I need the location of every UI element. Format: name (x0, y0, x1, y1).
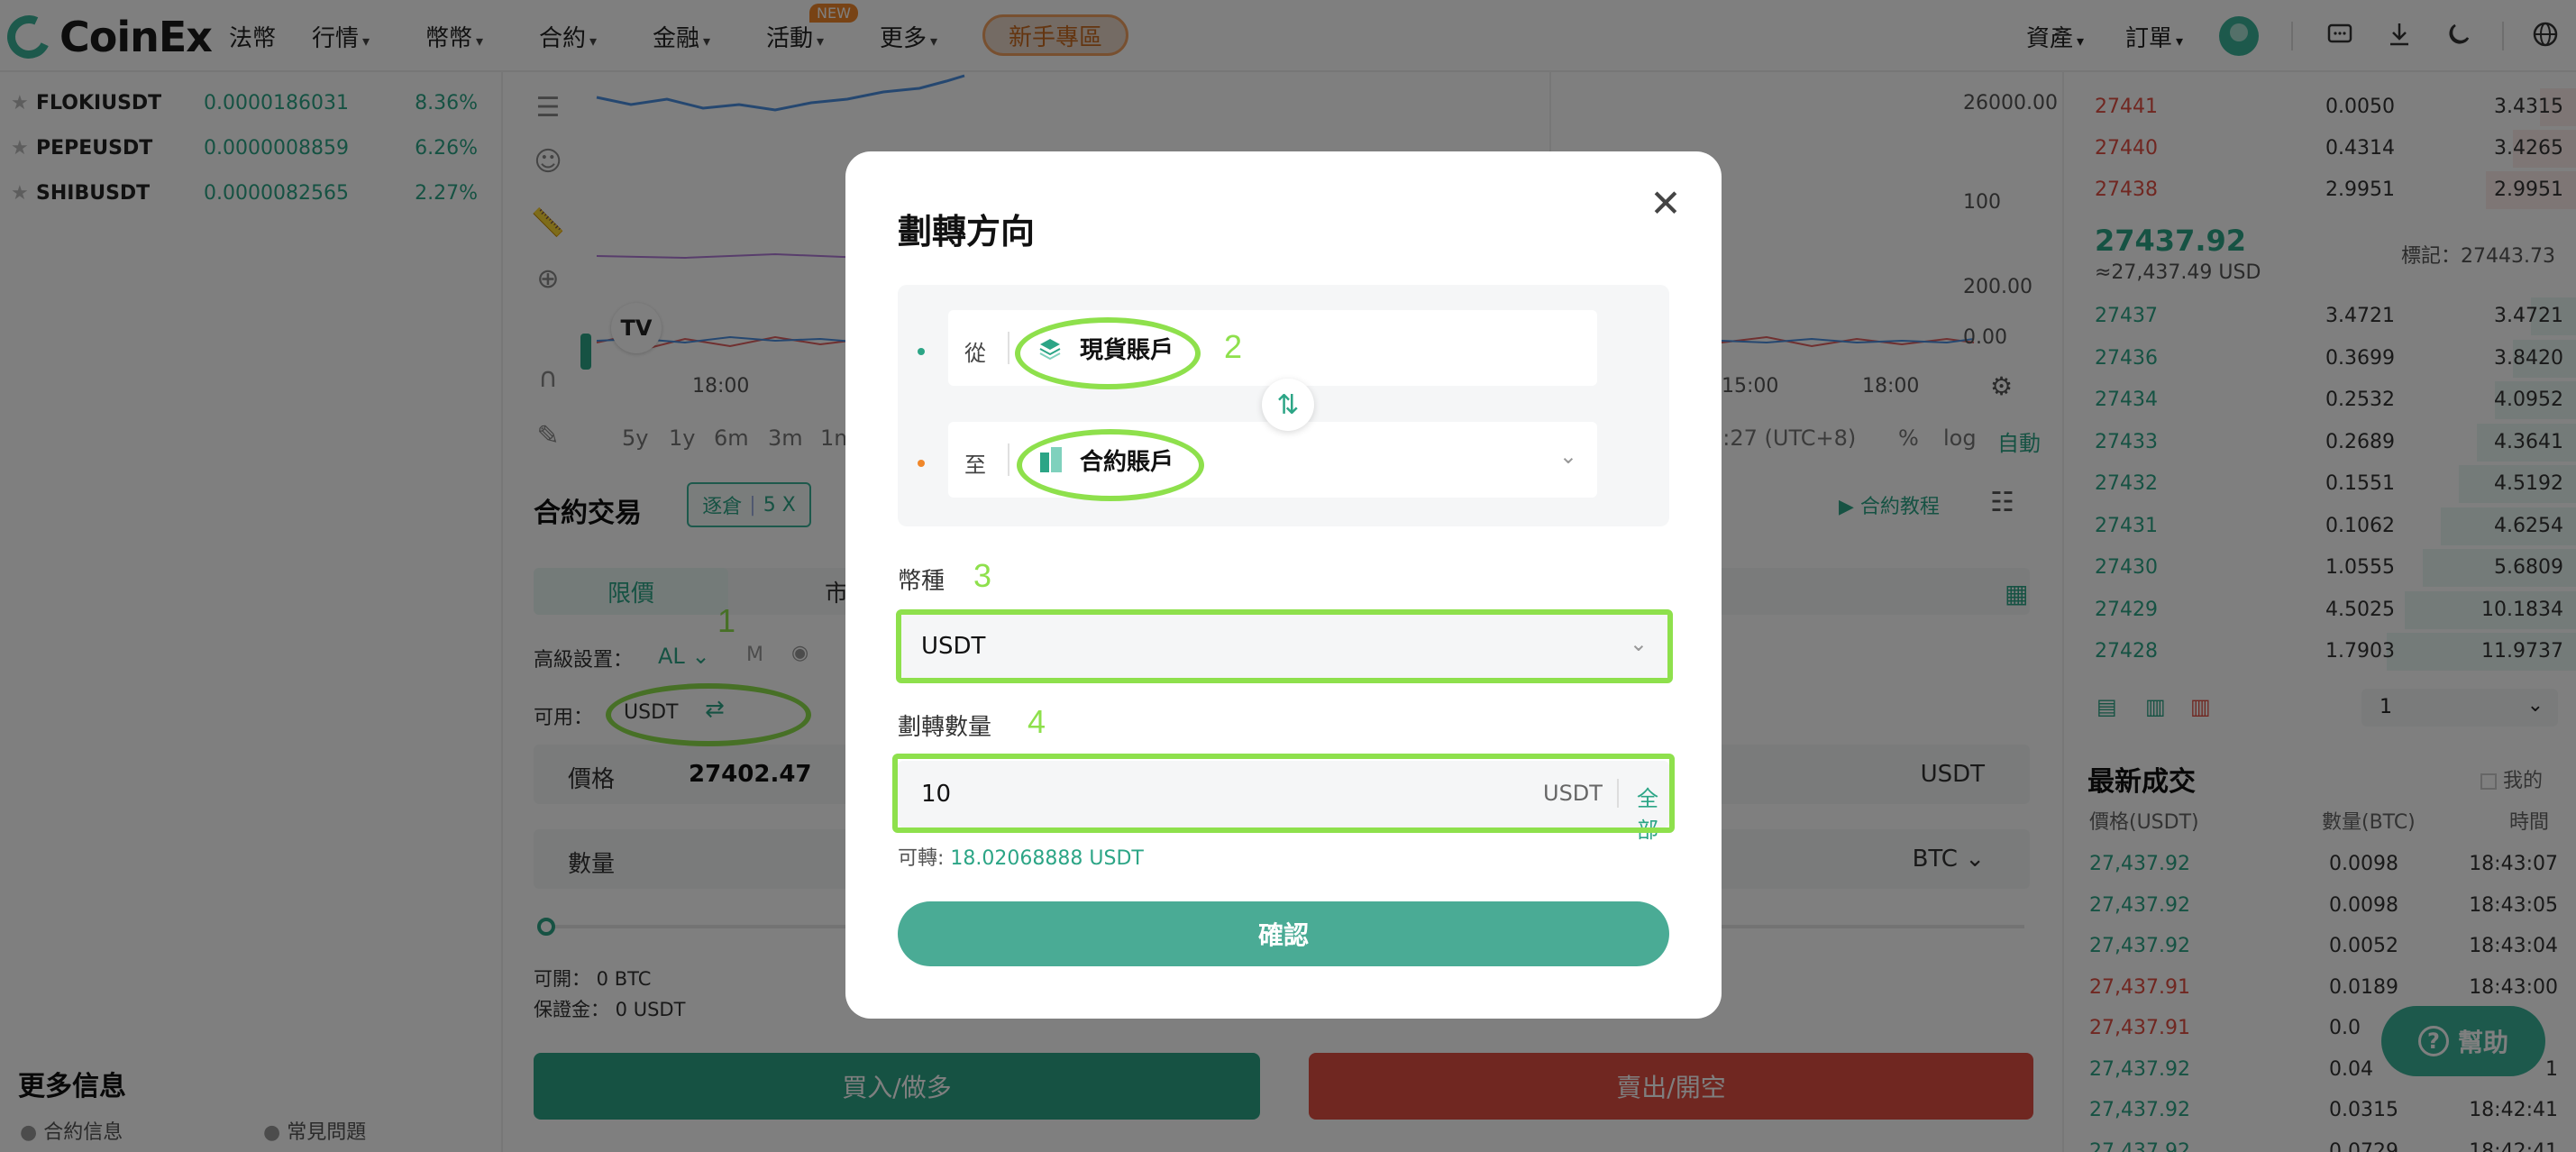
transfer-modal: 劃轉方向 ✕ 從 現貨賬戶 至 合約賬戶 ⌄ ⇅ 幣種 USDT ⌄ 劃轉數量 … (845, 151, 1722, 1019)
from-dot (918, 348, 925, 355)
annotation-rect-currency (896, 609, 1673, 683)
annotation-ring-to-account (1017, 429, 1204, 501)
to-dot (918, 460, 925, 467)
to-label: 至 (964, 453, 986, 478)
amount-label: 劃轉數量 (898, 714, 992, 741)
transferable-amount: 可轉: 18.02068888 USDT (898, 842, 1144, 871)
confirm-button[interactable]: 確認 (898, 901, 1669, 966)
annotation-ring-from-account (1015, 317, 1201, 389)
annotation-number-4: 4 (1028, 703, 1046, 740)
app: CoinEx 法幣 行情▾ 幣幣▾ 合約▾ 金融▾ 活動▾ NEW 更多▾ 新手… (0, 0, 2576, 1152)
annotation-rect-amount (892, 754, 1675, 833)
transferable-label: 可轉: (898, 847, 945, 870)
annotation-number-3: 3 (973, 557, 992, 594)
row-divider (1008, 443, 1009, 476)
chevron-down-icon[interactable]: ⌄ (1559, 443, 1577, 469)
modal-title: 劃轉方向 (898, 212, 1036, 251)
swap-direction-icon[interactable]: ⇅ (1262, 379, 1314, 431)
close-icon[interactable]: ✕ (1646, 184, 1685, 224)
row-divider (1008, 332, 1009, 364)
transferable-value: 18.02068888 USDT (950, 847, 1144, 870)
from-label: 從 (964, 341, 986, 366)
currency-label: 幣種 (898, 568, 945, 595)
annotation-number-2: 2 (1224, 328, 1243, 365)
